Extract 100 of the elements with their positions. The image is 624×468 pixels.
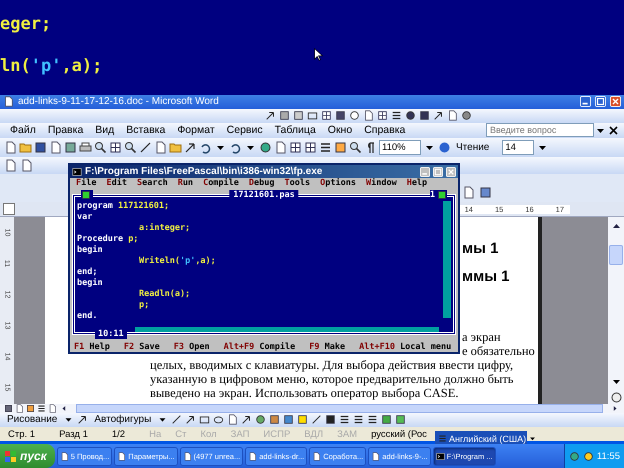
window-icon[interactable] xyxy=(312,452,322,460)
minimize-icon[interactable] xyxy=(580,96,591,108)
hotkey-hint[interactable]: F9 Make xyxy=(309,342,346,352)
page-icon[interactable] xyxy=(363,110,374,122)
reading-view-icon[interactable] xyxy=(48,404,57,413)
vertical-scrollbar[interactable] xyxy=(443,201,451,318)
page-icon[interactable] xyxy=(462,186,475,200)
menu-item[interactable]: Search xyxy=(136,178,168,188)
menu-item[interactable]: Options xyxy=(320,178,356,188)
research-icon[interactable] xyxy=(124,141,137,154)
line-icon[interactable] xyxy=(171,414,182,426)
printer-icon[interactable] xyxy=(79,141,92,154)
page-icon[interactable] xyxy=(447,110,458,122)
window-icon[interactable] xyxy=(117,452,126,460)
rectangle-icon[interactable] xyxy=(199,414,210,426)
status-field: ЗАМ xyxy=(337,428,358,440)
square-icon[interactable] xyxy=(279,110,290,122)
vertical-scrollbar[interactable] xyxy=(608,216,624,404)
status-field: На xyxy=(149,428,162,440)
hotkey-hint[interactable]: F2 Save xyxy=(124,342,160,352)
console-icon[interactable] xyxy=(436,452,445,460)
menu-item[interactable]: Сервис xyxy=(220,124,269,136)
menu-item[interactable]: Edit xyxy=(106,178,127,188)
menu-item[interactable]: Run xyxy=(178,178,194,188)
help-search-field[interactable]: Введите вопрос xyxy=(486,123,594,138)
grid-icon[interactable] xyxy=(321,110,332,122)
undo-icon[interactable] xyxy=(199,141,212,154)
menu-item[interactable]: Формат xyxy=(171,124,221,136)
hotkey-hint[interactable]: Alt+F9 Compile xyxy=(224,342,296,352)
resize-icon[interactable] xyxy=(437,190,447,200)
redo-icon[interactable] xyxy=(229,141,242,154)
status-field: ВДЛ xyxy=(304,428,324,440)
web-view-icon[interactable] xyxy=(15,404,24,413)
pointer-icon[interactable] xyxy=(77,414,88,426)
arrow-icon[interactable] xyxy=(433,110,444,122)
hotkey-hint[interactable]: Alt+F10 Local menu xyxy=(359,342,452,352)
code-line: begin xyxy=(77,245,104,256)
window-icon[interactable] xyxy=(248,452,258,460)
menu-item[interactable]: Window xyxy=(366,178,397,188)
page-icon[interactable] xyxy=(49,141,62,154)
circle-icon[interactable] xyxy=(405,110,416,122)
document-icon[interactable] xyxy=(3,96,14,108)
language-label[interactable]: Английский (США) xyxy=(449,434,526,444)
drawing-menu-button[interactable]: Рисование xyxy=(4,414,60,426)
menu-item[interactable]: Окно xyxy=(322,124,358,136)
open-folder-icon[interactable] xyxy=(19,141,32,154)
checkbox-icon[interactable] xyxy=(307,110,318,122)
print-preview-icon[interactable] xyxy=(94,141,107,154)
tab-selector-icon[interactable] xyxy=(3,203,15,215)
radio-icon[interactable] xyxy=(349,110,360,122)
status-field: русский (Рос xyxy=(371,428,427,440)
square-icon[interactable] xyxy=(293,110,304,122)
ellipse-icon[interactable] xyxy=(213,414,224,426)
reading-button[interactable]: Чтение xyxy=(453,142,492,154)
heading-text: мы 1 xyxy=(462,240,500,257)
square-icon[interactable] xyxy=(479,186,492,200)
scrollbar-thumb[interactable] xyxy=(609,244,623,265)
new-document-icon[interactable] xyxy=(4,141,17,154)
menu-item[interactable]: Вид xyxy=(89,124,120,136)
menu-item[interactable]: Файл xyxy=(4,124,42,136)
window-icon[interactable] xyxy=(60,452,69,460)
edit-page-icon[interactable] xyxy=(4,158,17,172)
square-icon[interactable] xyxy=(419,110,430,122)
page-icon[interactable] xyxy=(274,141,287,154)
code-line: program 117121601; xyxy=(77,201,170,212)
menu-item[interactable]: Compile xyxy=(203,178,239,188)
menu-item[interactable]: Вставка xyxy=(120,124,172,136)
table-icon[interactable] xyxy=(289,141,302,154)
font-size-dropdown[interactable]: 14 xyxy=(502,140,534,156)
page-icon[interactable] xyxy=(20,158,33,172)
maximize-icon[interactable] xyxy=(595,96,606,108)
window-icon[interactable] xyxy=(371,452,380,460)
status-field: Разд 1 xyxy=(59,428,88,440)
menu-item[interactable]: Help xyxy=(406,178,428,188)
console-icon[interactable] xyxy=(72,166,82,176)
code-line: Procedure p; xyxy=(77,234,140,245)
menu-item[interactable]: Tools xyxy=(284,178,310,188)
square-icon[interactable] xyxy=(335,110,346,122)
horizontal-scrollbar[interactable] xyxy=(135,327,439,332)
bars-icon[interactable] xyxy=(391,110,402,122)
minimize-icon[interactable] xyxy=(420,166,430,176)
hotkey-hint[interactable]: F1 Help xyxy=(74,342,110,352)
grid-icon[interactable] xyxy=(377,110,388,122)
menu-item[interactable]: Таблица xyxy=(268,124,322,136)
arrow-icon[interactable] xyxy=(185,414,196,426)
windows-flag-icon[interactable] xyxy=(4,450,17,462)
autoshapes-menu-button[interactable]: Автофигуры xyxy=(91,414,154,426)
menu-item[interactable]: Debug xyxy=(248,178,275,188)
spreadsheet-icon[interactable] xyxy=(304,141,317,154)
menu-item[interactable]: Правка xyxy=(42,124,90,136)
circle-icon[interactable] xyxy=(610,390,622,404)
zoom-dropdown[interactable]: 110% xyxy=(379,140,421,156)
menu-item[interactable]: File xyxy=(76,178,96,188)
code-line: eger; xyxy=(0,14,52,34)
maximize-icon[interactable] xyxy=(433,166,443,176)
menu-item[interactable]: Справка xyxy=(358,124,412,136)
square-icon[interactable] xyxy=(64,141,77,154)
hotkey-hint[interactable]: F3 Open xyxy=(174,342,210,352)
help-icon[interactable] xyxy=(438,141,451,154)
window-icon[interactable] xyxy=(182,452,192,460)
